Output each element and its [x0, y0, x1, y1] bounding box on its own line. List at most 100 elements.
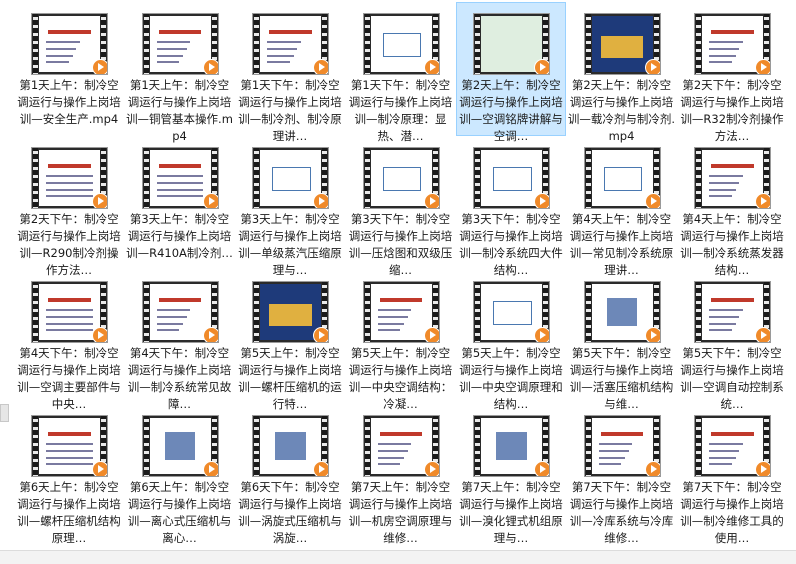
- film-strip-left: [585, 148, 591, 208]
- file-name: 第5天下午：制冷空调运行与操作上岗培训—空调自动控制系统…: [680, 346, 784, 411]
- play-icon: [755, 461, 770, 476]
- video-thumbnail: [362, 415, 440, 477]
- slide-preview: [702, 150, 763, 206]
- file-item[interactable]: 第1天下午：制冷空调运行与操作上岗培训—制冷原理：显热、潜…: [346, 2, 456, 143]
- slide-preview: [370, 16, 432, 72]
- file-item[interactable]: 第2天下午：制冷空调运行与操作上岗培训—R32制冷剂操作方法…: [677, 2, 787, 143]
- file-item[interactable]: 第4天下午：制冷空调运行与操作上岗培训—制冷系统常见故障…: [125, 270, 235, 411]
- file-item[interactable]: 第5天下午：制冷空调运行与操作上岗培训—活塞压缩机结构与维…: [567, 270, 677, 411]
- film-strip-left: [585, 14, 591, 74]
- video-thumbnail: [583, 147, 661, 209]
- slide-preview: [591, 150, 653, 206]
- film-strip-left: [696, 14, 701, 74]
- play-icon: [644, 59, 660, 74]
- play-icon: [202, 193, 218, 208]
- file-item[interactable]: 第7天上午：制冷空调运行与操作上岗培训—机房空调原理与维修…: [346, 404, 456, 545]
- file-item[interactable]: 第1天下午：制冷空调运行与操作上岗培训—制冷剂、制冷原理讲…: [235, 2, 345, 143]
- file-item[interactable]: 第2天上午：制冷空调运行与操作上岗培训—空调铭牌讲解与空调…: [456, 2, 566, 143]
- play-icon: [755, 327, 770, 342]
- film-strip-left: [33, 14, 38, 74]
- video-thumbnail: [252, 415, 329, 477]
- video-thumbnail: [31, 415, 108, 477]
- play-icon: [534, 193, 549, 208]
- slide-preview: [370, 418, 432, 474]
- file-item[interactable]: 第4天上午：制冷空调运行与操作上岗培训—常见制冷系统原理讲…: [567, 136, 677, 277]
- play-icon: [202, 327, 218, 342]
- file-item[interactable]: 第3天上午：制冷空调运行与操作上岗培训—R410A制冷剂…: [125, 136, 235, 270]
- play-icon: [423, 327, 439, 342]
- film-strip-left: [696, 416, 701, 476]
- play-icon: [92, 59, 107, 74]
- file-name: 第3天下午：制冷空调运行与操作上岗培训—制冷系统四大件结构…: [459, 212, 563, 277]
- file-item[interactable]: 第1天上午：制冷空调运行与操作上岗培训—铜管基本操作.mp4: [125, 2, 235, 143]
- play-icon: [423, 59, 439, 74]
- film-strip-left: [33, 282, 38, 342]
- video-thumbnail: [473, 13, 550, 75]
- video-thumbnail: [694, 13, 771, 75]
- file-item[interactable]: 第7天下午：制冷空调运行与操作上岗培训—制冷维修工具的使用…: [677, 404, 787, 545]
- play-icon: [202, 461, 218, 476]
- film-strip-left: [475, 148, 480, 208]
- film-strip-left: [696, 282, 701, 342]
- video-thumbnail: [362, 281, 440, 343]
- slide-preview: [260, 418, 321, 474]
- video-thumbnail: [252, 147, 329, 209]
- video-thumbnail: [31, 281, 108, 343]
- video-thumbnail: [362, 147, 440, 209]
- file-item[interactable]: 第3天上午：制冷空调运行与操作上岗培训—单级蒸汽压缩原理与…: [235, 136, 345, 277]
- file-item[interactable]: 第4天上午：制冷空调运行与操作上岗培训—制冷系统蒸发器结构…: [677, 136, 787, 277]
- video-thumbnail: [31, 147, 108, 209]
- file-item[interactable]: 第6天上午：制冷空调运行与操作上岗培训—螺杆压缩机结构原理…: [14, 404, 124, 545]
- file-name: 第2天下午：制冷空调运行与操作上岗培训—R32制冷剂操作方法…: [680, 78, 784, 143]
- video-thumbnail: [252, 13, 329, 75]
- file-item[interactable]: 第5天上午：制冷空调运行与操作上岗培训—中央空调原理和结构…: [456, 270, 566, 411]
- file-name: 第5天上午：制冷空调运行与操作上岗培训—中央空调原理和结构…: [459, 346, 563, 411]
- film-strip-left: [143, 14, 149, 74]
- file-item[interactable]: 第7天上午：制冷空调运行与操作上岗培训—溴化锂式机组原理与…: [456, 404, 566, 545]
- play-icon: [313, 193, 328, 208]
- scroll-indicator[interactable]: [0, 404, 9, 422]
- slide-preview: [260, 284, 321, 340]
- video-thumbnail: [362, 13, 440, 75]
- file-name: 第2天上午：制冷空调运行与操作上岗培训—空调铭牌讲解与空调…: [459, 78, 563, 143]
- video-thumbnail: [31, 13, 108, 75]
- slide-preview: [39, 16, 100, 72]
- file-name: 第1天上午：制冷空调运行与操作上岗培训—铜管基本操作.mp4: [126, 78, 233, 143]
- slide-preview: [702, 16, 763, 72]
- file-item[interactable]: 第3天下午：制冷空调运行与操作上岗培训—压焓图和双级压缩…: [346, 136, 456, 277]
- film-strip-left: [475, 14, 480, 74]
- file-name: 第4天下午：制冷空调运行与操作上岗培训—制冷系统常见故障…: [127, 346, 232, 411]
- play-icon: [92, 193, 107, 208]
- video-thumbnail: [694, 415, 771, 477]
- file-item[interactable]: 第3天下午：制冷空调运行与操作上岗培训—制冷系统四大件结构…: [456, 136, 566, 277]
- file-item[interactable]: 第6天上午：制冷空调运行与操作上岗培训—离心式压缩机与离心…: [125, 404, 235, 545]
- file-name: 第2天下午：制冷空调运行与操作上岗培训—R290制冷剂操作方法…: [17, 212, 121, 277]
- file-item[interactable]: 第4天下午：制冷空调运行与操作上岗培训—空调主要部件与中央…: [14, 270, 124, 411]
- file-item[interactable]: 第5天下午：制冷空调运行与操作上岗培训—空调自动控制系统…: [677, 270, 787, 411]
- file-name: 第7天下午：制冷空调运行与操作上岗培训—制冷维修工具的使用…: [680, 480, 784, 545]
- file-item[interactable]: 第5天上午：制冷空调运行与操作上岗培训—中央空调结构：冷凝…: [346, 270, 456, 411]
- file-name: 第4天上午：制冷空调运行与操作上岗培训—常见制冷系统原理讲…: [569, 212, 674, 277]
- file-name: 第5天上午：制冷空调运行与操作上岗培训—中央空调结构：冷凝…: [348, 346, 453, 411]
- film-strip-left: [696, 148, 701, 208]
- play-icon: [313, 327, 328, 342]
- file-item[interactable]: 第2天下午：制冷空调运行与操作上岗培训—R290制冷剂操作方法…: [14, 136, 124, 277]
- file-name: 第1天下午：制冷空调运行与操作上岗培训—制冷剂、制冷原理讲…: [238, 78, 342, 143]
- play-icon: [92, 327, 107, 342]
- slide-preview: [591, 16, 653, 72]
- file-item[interactable]: 第6天下午：制冷空调运行与操作上岗培训—涡旋式压缩机与涡旋…: [235, 404, 345, 545]
- slide-preview: [702, 418, 763, 474]
- video-thumbnail: [252, 281, 329, 343]
- video-thumbnail: [694, 147, 771, 209]
- file-item[interactable]: 第5天上午：制冷空调运行与操作上岗培训—螺杆压缩机的运行特…: [235, 270, 345, 411]
- file-item[interactable]: 第2天上午：制冷空调运行与操作上岗培训—载冷剂与制冷剂.mp4: [567, 2, 677, 143]
- file-item[interactable]: 第1天上午：制冷空调运行与操作上岗培训—安全生产.mp4: [14, 2, 124, 136]
- slide-preview: [370, 284, 432, 340]
- slide-preview: [481, 284, 542, 340]
- file-item[interactable]: 第7天下午：制冷空调运行与操作上岗培训—冷库系统与冷库维修…: [567, 404, 677, 545]
- play-icon: [755, 193, 770, 208]
- slide-preview: [149, 284, 211, 340]
- film-strip-left: [254, 14, 259, 74]
- slide-preview: [149, 418, 211, 474]
- play-icon: [644, 327, 660, 342]
